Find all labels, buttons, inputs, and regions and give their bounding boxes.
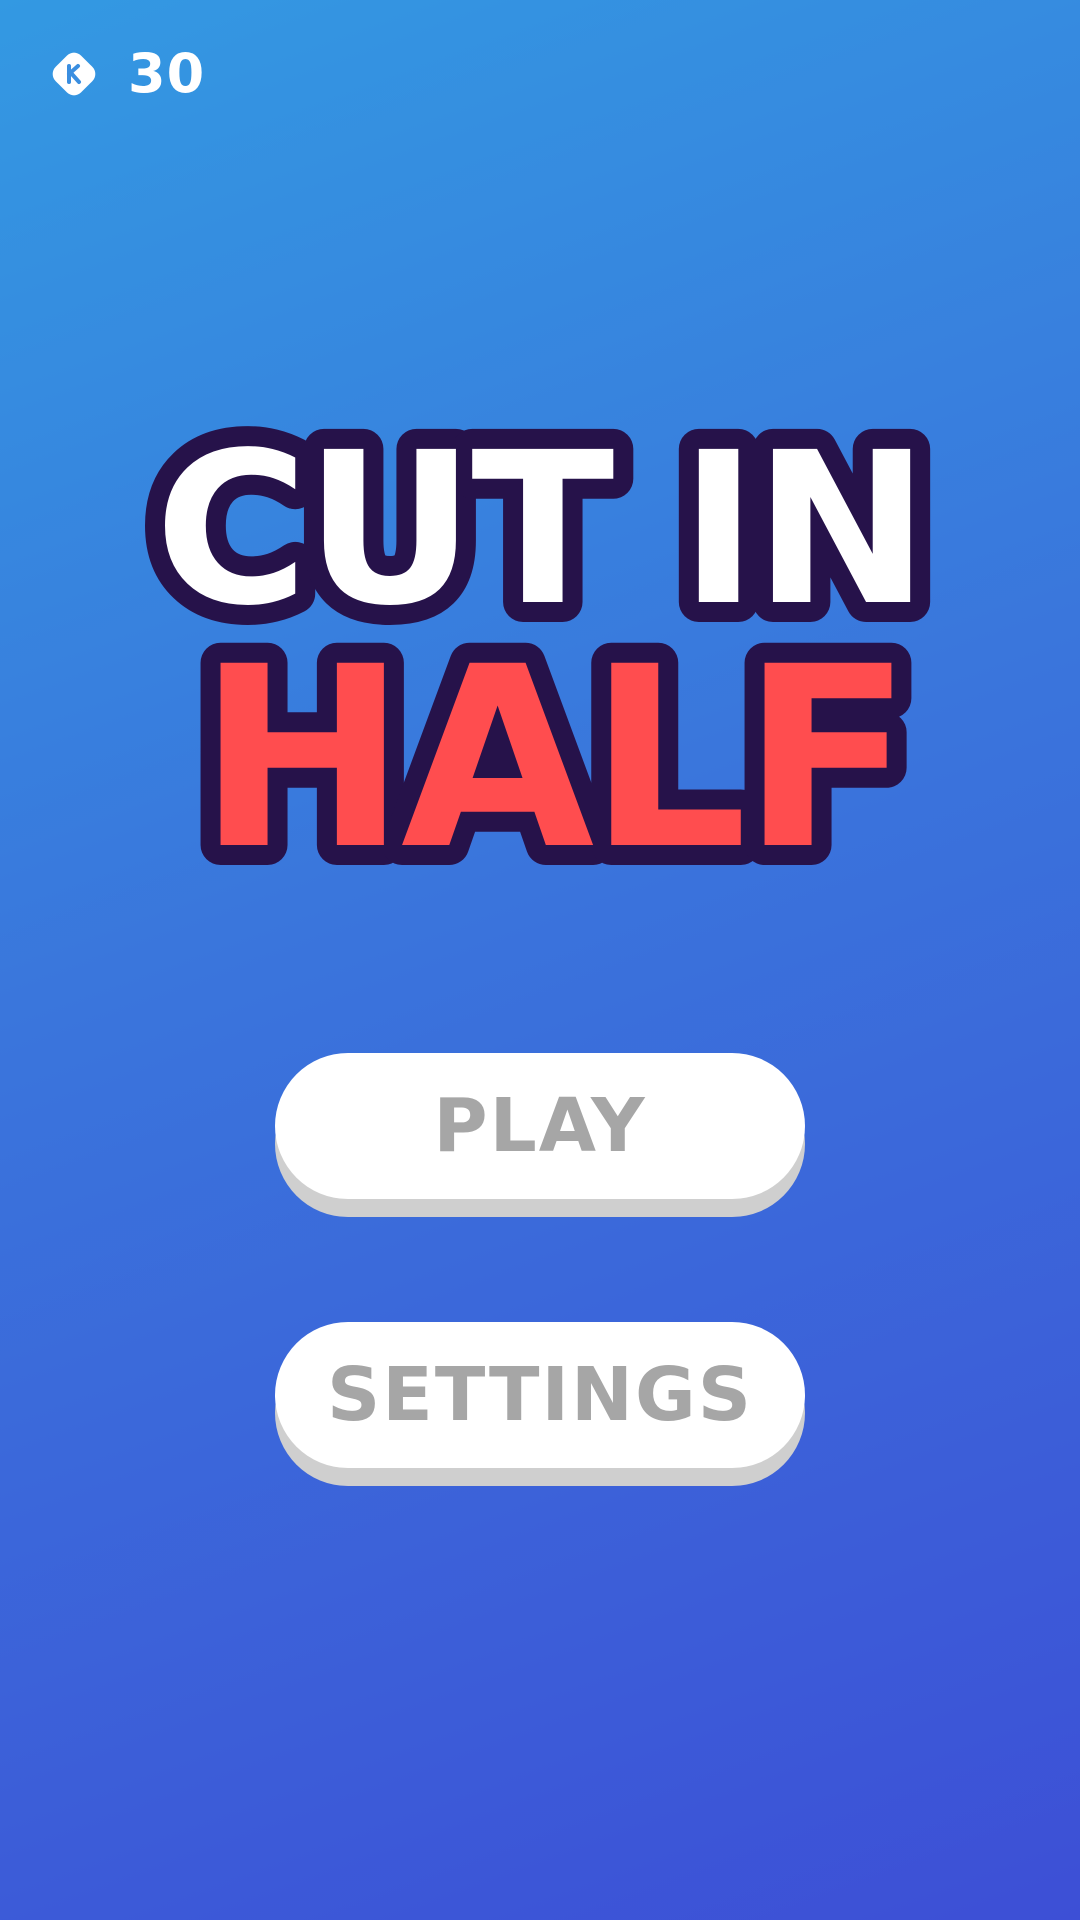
coin-icon (52, 52, 96, 96)
coin-counter: 30 (48, 46, 205, 102)
coin-count: 30 (128, 42, 206, 105)
game-logo: CUT IN HALF (135, 387, 950, 900)
play-button[interactable]: PLAY (275, 1053, 805, 1199)
settings-button[interactable]: SETTINGS (275, 1322, 805, 1468)
logo-line-half: HALF (198, 613, 907, 900)
